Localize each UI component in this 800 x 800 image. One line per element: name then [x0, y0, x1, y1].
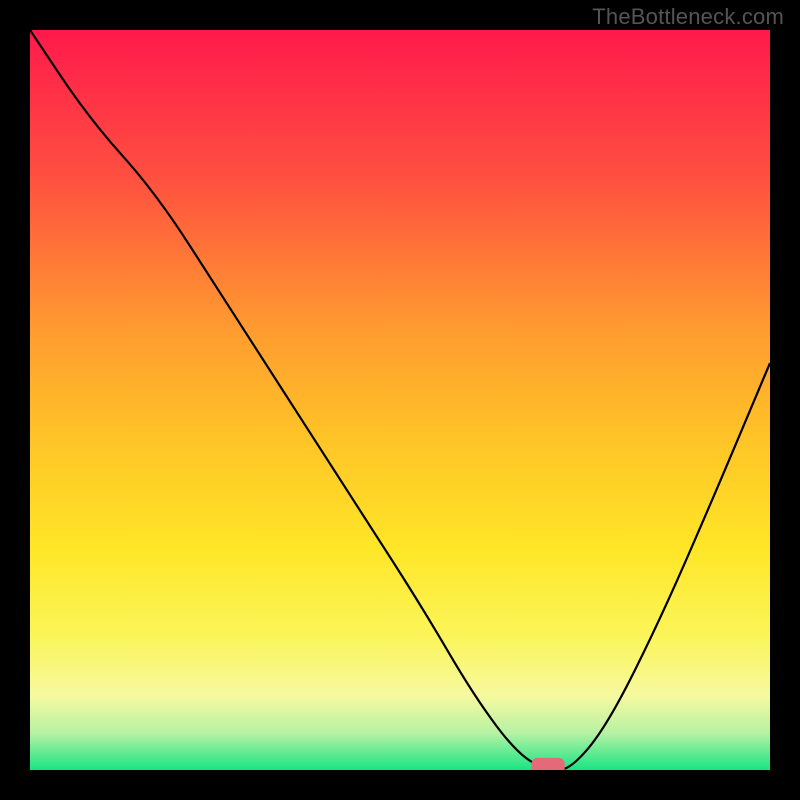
- gradient-background: [30, 30, 770, 770]
- chart-plot-area: [30, 30, 770, 770]
- trough-marker: [531, 758, 564, 770]
- watermark-text: TheBottleneck.com: [592, 4, 784, 30]
- chart-svg: [30, 30, 770, 770]
